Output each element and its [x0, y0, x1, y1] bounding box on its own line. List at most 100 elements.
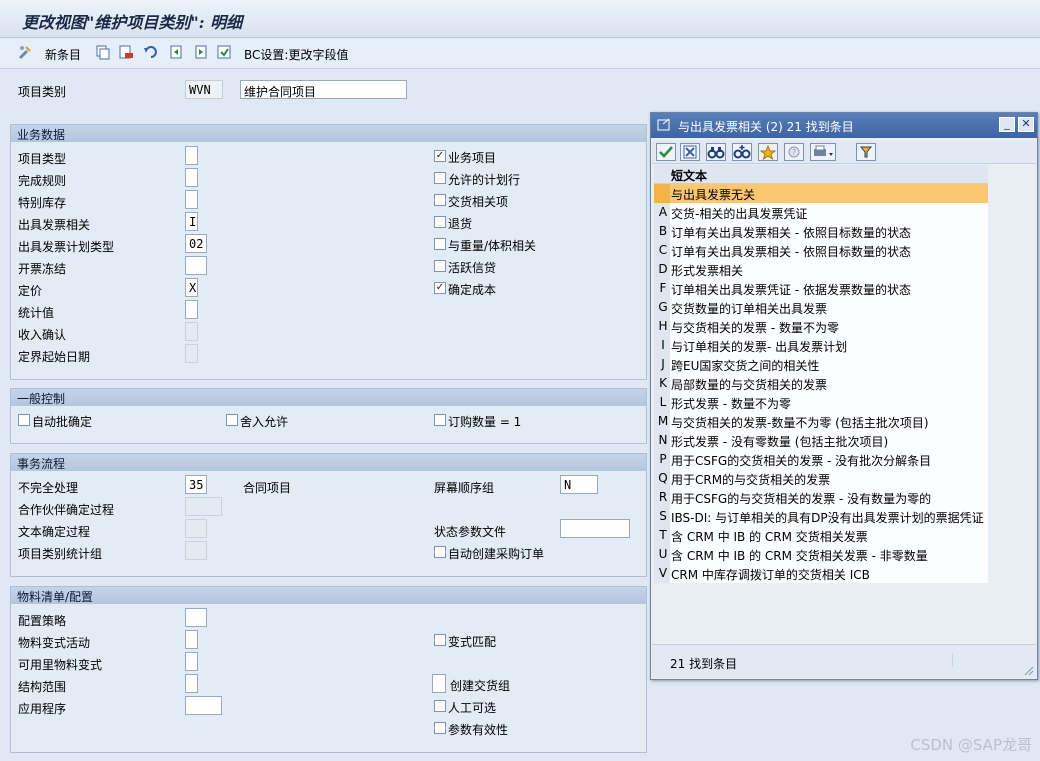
delivery-relevant-checkbox[interactable]	[434, 194, 446, 206]
close-button[interactable]: ✕	[1018, 117, 1034, 132]
table-row[interactable]: I 与订单相关的发票- 出具发票计划	[654, 336, 988, 355]
available-variant-field[interactable]	[185, 652, 198, 671]
determine-cost-checkbox[interactable]: ✓	[434, 282, 446, 294]
screen-sequence-group-field[interactable]: N	[560, 475, 598, 494]
table-row[interactable]: F 订单相关出具发票凭证 - 依据发票数量的状态	[654, 279, 988, 298]
parameter-effectivity-label: 参数有效性	[448, 723, 509, 737]
cancel-button[interactable]	[680, 143, 700, 161]
config-strategy-field[interactable]	[185, 608, 207, 627]
table-row[interactable]: T 含 CRM 中 IB 的 CRM 交货相关发票	[654, 526, 988, 545]
row-short-text: 订单相关出具发票凭证 - 依据发票数量的状态	[671, 283, 911, 297]
table-row[interactable]: R 用于CSFG的与交货相关的发票 - 没有数量为零的	[654, 488, 988, 507]
auto-create-po-checkbox[interactable]	[434, 546, 446, 558]
confirm-button[interactable]	[656, 143, 676, 161]
application-field[interactable]	[185, 696, 222, 715]
row-key: B	[658, 224, 668, 238]
table-row[interactable]: P 用于CSFG的交货相关的发票 - 没有批次分解条目	[654, 450, 988, 469]
select-entry-icon[interactable]	[216, 44, 232, 60]
auto-batch-determination-checkbox[interactable]	[18, 414, 30, 426]
table-row[interactable]: Q 用于CRM的与交货相关的发票	[654, 469, 988, 488]
info-button[interactable]: ?	[784, 143, 804, 161]
transaction-flow-header: 事务流程	[11, 454, 646, 471]
find-button[interactable]	[706, 143, 726, 161]
statistical-value-field[interactable]	[185, 300, 198, 319]
business-item-checkbox[interactable]: ✓	[434, 150, 446, 162]
favorites-button[interactable]	[758, 143, 778, 161]
order-quantity-one-checkbox[interactable]	[434, 414, 446, 426]
variant-activity-field[interactable]	[185, 630, 198, 649]
item-category-description-field[interactable]: 维护合同项目	[240, 80, 407, 99]
row-short-text: 与订单相关的发票- 出具发票计划	[671, 340, 848, 354]
auto-batch-determination-label: 自动批确定	[32, 415, 93, 429]
delete-icon[interactable]	[118, 44, 134, 60]
resize-grip-icon[interactable]	[1022, 664, 1034, 676]
svg-text:?: ?	[792, 148, 796, 157]
table-row[interactable]: M 与交货相关的发票-数量不为零 (包括主批次项目)	[654, 412, 988, 431]
table-row[interactable]: K 局部数量的与交货相关的发票	[654, 374, 988, 393]
settings-button[interactable]	[856, 143, 876, 161]
column-header-row: 短文本	[654, 165, 988, 184]
print-button[interactable]	[810, 143, 836, 161]
billing-block-label: 开票冻结	[18, 262, 67, 276]
table-row[interactable]: B 订单有关出具发票相关 - 依照目标数量的状态	[654, 222, 988, 241]
undo-icon[interactable]	[143, 44, 159, 60]
table-row[interactable]: S IBS-DI: 与订单相关的具有DP没有出具发票计划的票据凭证	[654, 507, 988, 526]
special-stock-field[interactable]	[185, 190, 198, 209]
manual-alternative-checkbox[interactable]	[434, 700, 446, 712]
billing-plan-type-field[interactable]: 02	[185, 234, 207, 253]
copy-icon[interactable]	[95, 44, 111, 60]
table-row[interactable]: V CRM 中库存调拨订单的交货相关 ICB	[654, 564, 988, 583]
table-row[interactable]: L 形式发票 - 数量不为零	[654, 393, 988, 412]
create-delivery-group-field[interactable]	[432, 674, 446, 693]
row-short-text: 订单有关出具发票相关 - 依照目标数量的状态	[671, 245, 911, 259]
table-row[interactable]: C 订单有关出具发票相关 - 依照目标数量的状态	[654, 241, 988, 260]
table-row[interactable]: J 跨EU国家交货之间的相关性	[654, 355, 988, 374]
table-row[interactable]: D 形式发票相关	[654, 260, 988, 279]
item-category-stat-group-field	[185, 541, 207, 560]
completion-rule-field[interactable]	[185, 168, 198, 187]
row-key: F	[659, 281, 667, 295]
structure-scope-field[interactable]	[185, 674, 198, 693]
general-control-header: 一般控制	[11, 389, 646, 406]
bc-settings-button[interactable]: BC设置:更改字段值	[244, 46, 348, 63]
short-text-column-header[interactable]: 短文本	[671, 167, 707, 184]
item-category-field: WVN	[185, 80, 223, 99]
billing-relevance-field[interactable]: I	[185, 212, 198, 231]
partner-determination-field	[185, 497, 222, 516]
status-divider	[952, 653, 953, 667]
row-key: J	[661, 357, 665, 371]
new-entries-button[interactable]: 新条目	[45, 46, 81, 63]
variant-matching-checkbox[interactable]	[434, 634, 446, 646]
rounding-allowed-checkbox[interactable]	[226, 414, 238, 426]
minimize-button[interactable]: _	[999, 117, 1015, 132]
table-row[interactable]: A 交货-相关的出具发票凭证	[654, 203, 988, 222]
weight-volume-relevant-checkbox[interactable]	[434, 238, 446, 250]
schedule-lines-allowed-checkbox[interactable]	[434, 172, 446, 184]
row-key: G	[658, 300, 668, 314]
table-row[interactable]: G 交货数量的订单相关出具发票	[654, 298, 988, 317]
create-delivery-group-label: 创建交货组	[450, 679, 511, 693]
next-entry-icon[interactable]	[193, 44, 209, 60]
table-row[interactable]: H 与交货相关的发票 - 数量不为零	[654, 317, 988, 336]
find-next-button[interactable]	[732, 143, 752, 161]
application-label: 应用程序	[18, 702, 67, 716]
row-key: A	[658, 205, 668, 219]
statistical-value-label: 统计值	[18, 306, 55, 320]
table-row[interactable]: N 形式发票 - 没有零数量 (包括主批次项目)	[654, 431, 988, 450]
incompletion-procedure-field[interactable]: 35	[185, 475, 207, 494]
item-type-field[interactable]	[185, 146, 198, 165]
parameter-effectivity-checkbox[interactable]	[434, 722, 446, 734]
status-profile-field[interactable]	[560, 519, 630, 538]
display-change-icon[interactable]	[17, 44, 33, 60]
table-row[interactable]: U含 CRM 中 IB 的 CRM 交货相关发票 - 非零数量	[654, 545, 988, 564]
credit-active-checkbox[interactable]	[434, 260, 446, 272]
previous-entry-icon[interactable]	[168, 44, 184, 60]
table-row[interactable]: 与出具发票无关	[654, 184, 988, 203]
item-category-label: 项目类别	[18, 85, 67, 99]
page-title: 更改视图"维护项目类别": 明细	[22, 13, 243, 32]
returns-checkbox[interactable]	[434, 216, 446, 228]
pricing-field[interactable]: X	[185, 278, 198, 297]
popup-status-bar: 21 找到条目	[652, 644, 1036, 678]
billing-block-field[interactable]	[185, 256, 207, 275]
row-short-text: 局部数量的与交货相关的发票	[671, 378, 828, 392]
